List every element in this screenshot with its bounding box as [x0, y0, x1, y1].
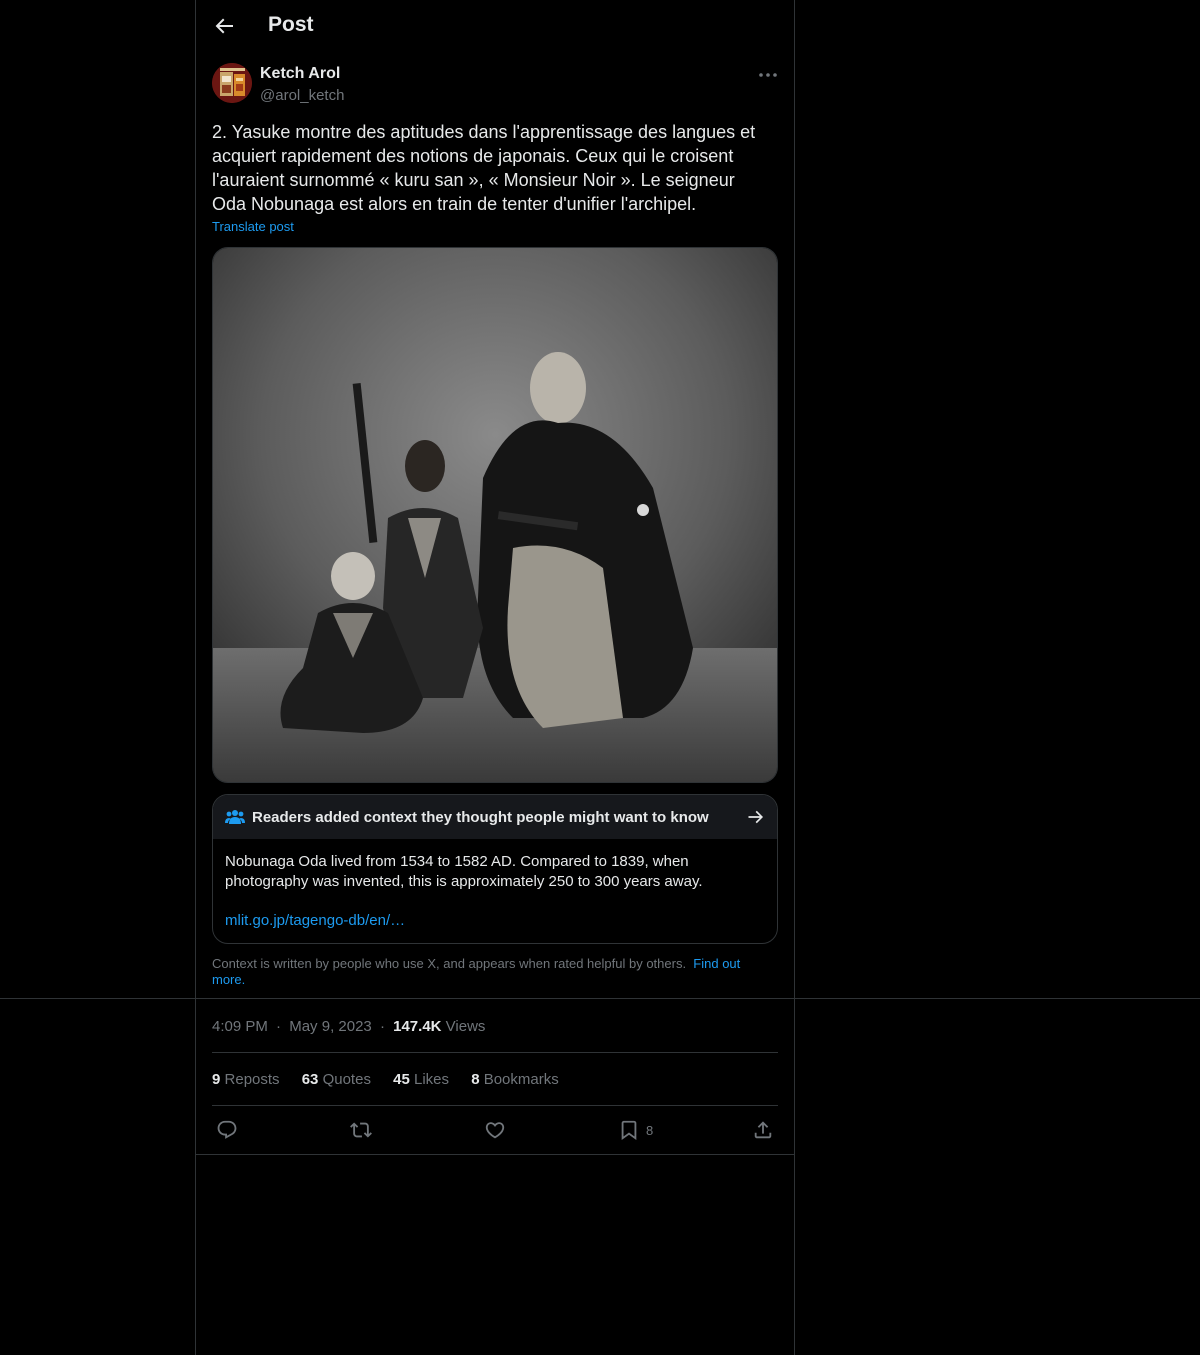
main-column: Post Ketch Arol @arol_ketch 2. Yasuke mo… [195, 0, 795, 1355]
community-note-title: Readers added context they thought peopl… [252, 809, 709, 826]
bookmark-icon [621, 1120, 637, 1141]
avatar[interactable] [212, 63, 252, 103]
views-label: Views [445, 1018, 486, 1035]
page-header: Post [196, 0, 794, 53]
community-notes-icon [225, 810, 245, 824]
post-time[interactable]: 4:09 PM [212, 1018, 268, 1035]
community-note-source-link[interactable]: mlit.go.jp/tagengo-db/en/… [225, 912, 405, 929]
likes-count: 45 [393, 1071, 410, 1088]
divider [212, 1105, 778, 1106]
arrow-right-icon[interactable] [746, 807, 766, 827]
reposts-count: 9 [212, 1071, 221, 1088]
post-text: 2. Yasuke montre des aptitudes dans l'ap… [212, 122, 756, 214]
meta-separator: · [276, 1018, 282, 1035]
post-meta: 4:09 PM · May 9, 2023 · 147.4K Views [212, 1018, 485, 1035]
avatar-image [212, 63, 252, 103]
post-image[interactable] [212, 247, 778, 783]
repost-icon [350, 1122, 372, 1138]
community-note-disclaimer: Context is written by people who use X, … [212, 956, 772, 988]
post-date[interactable]: May 9, 2023 [289, 1018, 372, 1035]
reposts-stat[interactable]: 9 Reposts [212, 1071, 280, 1088]
like-icon [485, 1122, 505, 1139]
back-arrow-icon[interactable] [212, 14, 236, 38]
photo-samurai-portrait [213, 248, 777, 782]
community-note: Readers added context they thought peopl… [212, 794, 778, 944]
repost-button[interactable] [350, 1119, 372, 1141]
views-count: 147.4K [393, 1018, 442, 1035]
quotes-count: 63 [301, 1071, 319, 1088]
reposts-label: Reposts [224, 1071, 280, 1088]
reply-button[interactable] [216, 1119, 238, 1141]
disclaimer-text: Context is written by people who use X, … [212, 956, 687, 971]
likes-label: Likes [413, 1071, 450, 1088]
page-title: Post [268, 13, 314, 36]
author-handle[interactable]: @arol_ketch [260, 87, 344, 104]
quotes-stat[interactable]: 63 Quotes [302, 1071, 371, 1088]
bookmark-count: 8 [646, 1122, 654, 1138]
more-icon[interactable] [756, 66, 780, 84]
divider [196, 1154, 794, 1155]
like-button[interactable] [484, 1119, 506, 1141]
share-icon [754, 1121, 772, 1139]
reply-icon [217, 1120, 237, 1139]
post-stats: 9 Reposts 63 Quotes 45 Likes 8 Bookmarks [212, 1071, 577, 1088]
bookmarks-stat[interactable]: 8 Bookmarks [471, 1071, 559, 1088]
bookmarks-label: Bookmarks [483, 1071, 559, 1088]
author-name[interactable]: Ketch Arol [260, 65, 340, 83]
divider [212, 1052, 778, 1053]
community-note-body: Nobunaga Oda lived from 1534 to 1582 AD.… [225, 853, 703, 890]
share-button[interactable] [752, 1119, 774, 1141]
likes-stat[interactable]: 45 Likes [393, 1071, 449, 1088]
community-note-header[interactable]: Readers added context they thought peopl… [213, 795, 777, 839]
quotes-label: Quotes [322, 1071, 371, 1088]
meta-separator: · [379, 1018, 385, 1035]
bookmarks-count: 8 [471, 1071, 480, 1088]
bookmark-button[interactable]: 8 [618, 1119, 653, 1141]
translate-post-link[interactable]: Translate post [212, 219, 294, 234]
